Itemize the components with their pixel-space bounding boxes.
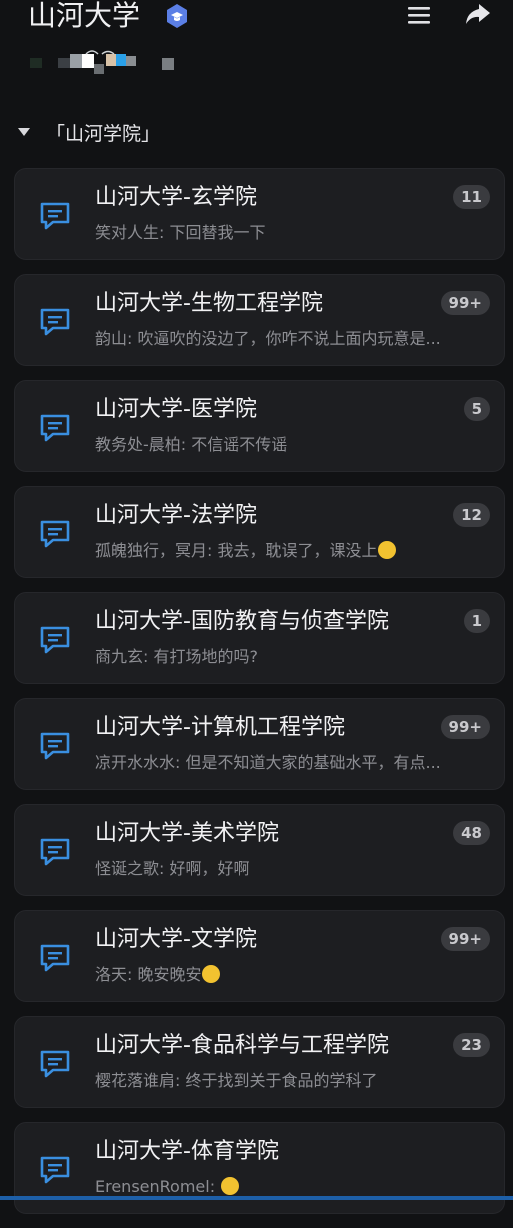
grinning-face-icon: [221, 1177, 240, 1195]
unread-badge: 99+: [440, 291, 490, 315]
group-list: 山河大学-玄学院 笑对人生: 下回替我一下 11 山河大学-生物工程学院 韵山:…: [14, 168, 505, 1228]
group-card[interactable]: 山河大学-美术学院 怪诞之歌: 好啊，好啊 48: [14, 804, 505, 896]
chat-bubble-icon: [40, 1050, 70, 1078]
unread-badge: 11: [453, 185, 490, 209]
message-preview: 怪诞之歌: 好啊，好啊: [95, 859, 250, 878]
caret-down-icon: [18, 128, 30, 136]
group-card[interactable]: 山河大学-文学院 洛天: 晚安晚安 99+: [14, 910, 505, 1002]
section-header-shanhe-college[interactable]: 「山河学院」: [18, 116, 160, 148]
message-preview: 笑对人生: 下回替我一下: [95, 223, 266, 242]
redacted-subtitle: [30, 50, 174, 74]
chat-bubble-icon: [40, 626, 70, 654]
group-title: 山河大学-法学院: [95, 503, 257, 528]
group-title: 山河大学-计算机工程学院: [95, 715, 345, 740]
chat-bubble-icon: [40, 202, 70, 230]
message-preview: 商九玄: 有打场地的吗?: [95, 647, 258, 666]
message-preview: 教务处-晨柏: 不信谣不传谣: [95, 435, 288, 454]
group-card[interactable]: 山河大学-医学院 教务处-晨柏: 不信谣不传谣 5: [14, 380, 505, 472]
chat-bubble-icon: [40, 520, 70, 548]
menu-icon[interactable]: [404, 2, 434, 28]
unread-badge: 48: [453, 821, 490, 845]
group-title: 山河大学-美术学院: [95, 821, 279, 846]
unread-badge: 1: [463, 609, 490, 633]
group-card[interactable]: 山河大学-法学院 孤魄独行，冥月: 我去，耽误了，课没上 12: [14, 486, 505, 578]
top-bar: 山河大学: [0, 0, 513, 40]
group-title: 山河大学-医学院: [95, 397, 257, 422]
unread-badge: 12: [453, 503, 490, 527]
group-card[interactable]: 山河大学-国防教育与侦查学院 商九玄: 有打场地的吗? 1: [14, 592, 505, 684]
group-title: 山河大学-食品科学与工程学院: [95, 1033, 389, 1058]
group-title: 山河大学-国防教育与侦查学院: [95, 609, 389, 634]
sleepy-face-icon: [202, 965, 221, 983]
message-preview: 孤魄独行，冥月: 我去，耽误了，课没上: [95, 539, 461, 563]
message-preview-text: ErensenRomel:: [95, 1177, 221, 1196]
message-preview: 凉开水水水: 但是不知道大家的基础水平，有点...: [95, 753, 441, 772]
group-title: 山河大学-玄学院: [95, 185, 257, 210]
message-preview-text: 洛天: 晚安晚安: [95, 965, 202, 984]
group-title: 山河大学-体育学院: [95, 1139, 279, 1164]
unread-badge: 23: [453, 1033, 490, 1057]
group-card[interactable]: 山河大学-生物工程学院 韵山: 吹逼吹的没边了，你咋不说上面内玩意是... 99…: [14, 274, 505, 366]
chat-bubble-icon: [40, 944, 70, 972]
bottom-divider: [0, 1196, 513, 1200]
crying-face-icon: [378, 541, 397, 559]
message-preview: 樱花落谁肩: 终于找到关于食品的学科了: [95, 1071, 378, 1090]
chat-bubble-icon: [40, 838, 70, 866]
unread-badge: 99+: [440, 715, 490, 739]
verified-badge-icon: [167, 4, 187, 28]
share-icon[interactable]: [462, 0, 492, 28]
message-preview: 韵山: 吹逼吹的没边了，你咋不说上面内玩意是...: [95, 329, 441, 348]
group-card[interactable]: 山河大学-计算机工程学院 凉开水水水: 但是不知道大家的基础水平，有点... 9…: [14, 698, 505, 790]
message-preview: 洛天: 晚安晚安: [95, 963, 461, 987]
group-title: 山河大学-生物工程学院: [95, 291, 323, 316]
chat-bubble-icon: [40, 414, 70, 442]
chat-bubble-icon: [40, 308, 70, 336]
unread-badge: 99+: [440, 927, 490, 951]
section-label: 「山河学院」: [46, 122, 161, 145]
unread-badge: 5: [463, 397, 490, 421]
group-card[interactable]: 山河大学-体育学院 ErensenRomel:: [14, 1122, 505, 1214]
group-title: 山河大学-文学院: [95, 927, 257, 952]
group-card[interactable]: 山河大学-食品科学与工程学院 樱花落谁肩: 终于找到关于食品的学科了 23: [14, 1016, 505, 1108]
group-card[interactable]: 山河大学-玄学院 笑对人生: 下回替我一下 11: [14, 168, 505, 260]
message-preview-text: 孤魄独行，冥月: 我去，耽误了，课没上: [95, 541, 378, 560]
chat-bubble-icon: [40, 732, 70, 760]
page-title: 山河大学: [28, 0, 141, 32]
chat-bubble-icon: [40, 1156, 70, 1184]
